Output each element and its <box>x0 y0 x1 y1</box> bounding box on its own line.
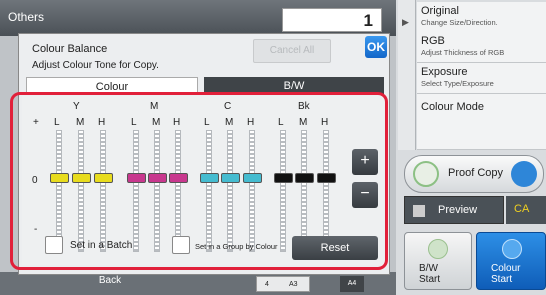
bottom-bar <box>0 272 396 295</box>
paper-size-a4: A4 <box>340 276 364 292</box>
colour-proof-icon <box>511 161 537 187</box>
proof-copy-label: Proof Copy <box>448 167 504 179</box>
bw-start-label: B/W <box>419 263 438 274</box>
slider-track-c-m[interactable] <box>227 130 233 252</box>
panel-toggle-button[interactable]: ▶ <box>398 0 416 150</box>
group-label-c: C <box>224 101 232 112</box>
menu-item-title: Original <box>421 5 459 17</box>
group-label-m: M <box>150 101 159 112</box>
menu-item-title: Colour Mode <box>421 101 484 113</box>
level-label: H <box>173 117 181 128</box>
ca-label: CA <box>514 203 530 215</box>
slider-track-y-l[interactable] <box>56 130 62 252</box>
slider-track-bk-m[interactable] <box>301 130 307 252</box>
paper-size: A3 <box>289 281 298 288</box>
level-label: M <box>299 117 308 128</box>
group-label-y: Y <box>73 101 80 112</box>
set-in-group-label: Set in a Group by Colour <box>195 242 278 251</box>
bw-start-label-2: Start <box>419 274 441 285</box>
colour-start-icon <box>502 239 522 259</box>
preview-icon <box>413 205 425 217</box>
others-label: Others <box>8 10 45 24</box>
level-label: L <box>131 117 137 128</box>
preview-button[interactable]: Preview <box>404 196 504 224</box>
slider-track-m-l[interactable] <box>133 130 139 252</box>
slider-knob-c-h[interactable] <box>243 173 262 183</box>
scale-minus: - <box>34 224 38 235</box>
menu-item-sub: Select Type/Exposure <box>421 79 494 88</box>
cancel-all-button[interactable]: Cancel All <box>253 39 331 63</box>
level-label: H <box>321 117 329 128</box>
menu-item-sub: Change Size/Direction. <box>421 18 498 27</box>
level-label: M <box>76 117 85 128</box>
copies-field[interactable]: 1 <box>282 8 382 32</box>
menu-item-rgb[interactable]: RGB Adjust Thickness of RGB <box>417 32 546 63</box>
group-label-bk: Bk <box>298 101 310 112</box>
level-label: L <box>278 117 284 128</box>
slider-knob-bk-m[interactable] <box>295 173 314 183</box>
slider-knob-m-h[interactable] <box>169 173 188 183</box>
ca-button[interactable]: CA <box>506 196 546 224</box>
menu-item-title: Exposure <box>421 66 468 78</box>
set-in-group-checkbox[interactable] <box>172 236 190 254</box>
slider-knob-m-l[interactable] <box>127 173 146 183</box>
copies-value: 1 <box>363 11 373 30</box>
slider-knob-bk-l[interactable] <box>274 173 293 183</box>
reset-button[interactable]: Reset <box>292 236 378 260</box>
proof-copy-button[interactable]: Proof Copy <box>404 155 544 193</box>
proof-copy-icon <box>413 161 439 187</box>
slider-track-bk-h[interactable] <box>323 130 329 252</box>
slider-track-y-m[interactable] <box>78 130 84 252</box>
increase-button[interactable]: + <box>352 149 378 175</box>
preview-label: Preview <box>438 204 478 216</box>
slider-track-c-l[interactable] <box>206 130 212 252</box>
menu-item-exposure[interactable]: Exposure Select Type/Exposure <box>417 63 546 94</box>
bw-start-icon <box>428 239 448 259</box>
slider-knob-y-m[interactable] <box>72 173 91 183</box>
level-label: H <box>98 117 106 128</box>
colour-start-button[interactable]: Colour Start <box>476 232 546 290</box>
slider-knob-y-l[interactable] <box>50 173 69 183</box>
menu-item-colour-mode[interactable]: Colour Mode <box>417 94 546 150</box>
bw-start-button[interactable]: B/W Start <box>404 232 472 290</box>
level-label: H <box>247 117 255 128</box>
slider-track-m-m[interactable] <box>154 130 160 252</box>
menu-item-sub: Adjust Thickness of RGB <box>421 48 505 57</box>
slider-knob-c-m[interactable] <box>221 173 240 183</box>
arrow-right-icon: ▶ <box>402 17 409 27</box>
slider-track-c-h[interactable] <box>249 130 255 252</box>
slider-knob-m-m[interactable] <box>148 173 167 183</box>
paper-qty: 4 <box>265 281 269 288</box>
slider-track-y-h[interactable] <box>100 130 106 252</box>
decrease-button[interactable]: − <box>352 182 378 208</box>
ok-button[interactable]: OK <box>365 36 387 58</box>
slider-track-bk-l[interactable] <box>280 130 286 252</box>
dialog-subtitle: Adjust Colour Tone for Copy. <box>32 60 159 71</box>
slider-knob-y-h[interactable] <box>94 173 113 183</box>
paper-tray-indicator: 4 A3 <box>256 276 310 292</box>
set-in-batch-label: Set in a Batch <box>70 240 133 251</box>
level-label: L <box>204 117 210 128</box>
colour-start-label-2: Start <box>491 274 513 285</box>
scale-zero: 0 <box>32 175 38 186</box>
scale-plus: + <box>33 117 39 128</box>
colour-start-label: Colour <box>491 263 521 274</box>
slider-knob-bk-h[interactable] <box>317 173 336 183</box>
menu-item-title: RGB <box>421 35 445 47</box>
level-label: L <box>54 117 60 128</box>
dialog-title: Colour Balance <box>32 43 108 55</box>
level-label: M <box>225 117 234 128</box>
level-label: M <box>152 117 161 128</box>
back-button[interactable]: Back <box>70 272 150 294</box>
slider-knob-c-l[interactable] <box>200 173 219 183</box>
set-in-batch-checkbox[interactable] <box>45 236 63 254</box>
slider-track-m-h[interactable] <box>175 130 181 252</box>
